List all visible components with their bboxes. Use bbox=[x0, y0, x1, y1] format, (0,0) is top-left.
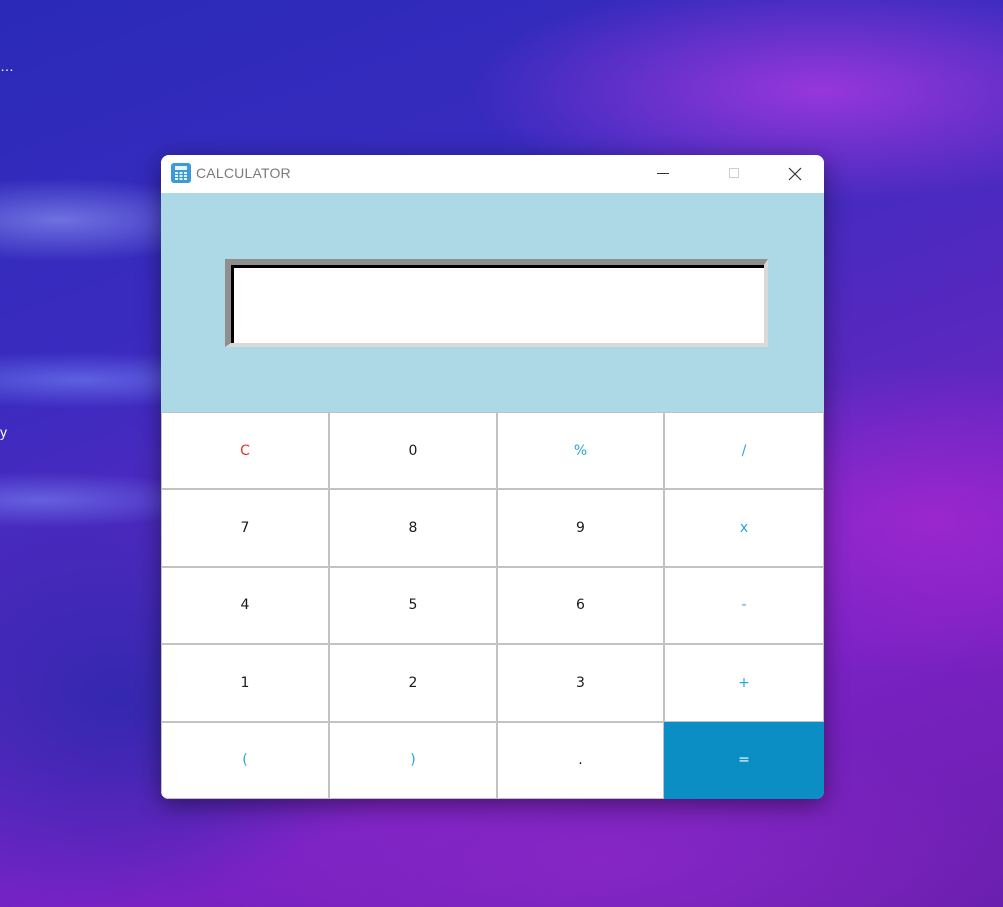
calculator-window: CALCULATOR C 0%/ 7 8 9 x 4 5 6- 1 2 3 + (). = bbox=[161, 155, 824, 799]
multiply-button[interactable]: x bbox=[664, 489, 824, 567]
decimal-point-button[interactable]: . bbox=[497, 721, 664, 799]
add-button[interactable]: + bbox=[664, 644, 824, 722]
maximize-button[interactable] bbox=[706, 155, 764, 193]
window-title: CALCULATOR bbox=[196, 165, 291, 181]
digit-3-button[interactable]: 3 bbox=[497, 644, 664, 722]
digit-5-button[interactable]: 5 bbox=[329, 566, 497, 645]
keypad: C 0%/ 7 8 9 x 4 5 6- 1 2 3 + (). = bbox=[161, 412, 824, 799]
divide-button[interactable]: / bbox=[664, 412, 824, 490]
digit-8-button[interactable]: 8 bbox=[329, 489, 497, 567]
digit-4-button[interactable]: 4 bbox=[161, 566, 329, 645]
minimize-button[interactable] bbox=[648, 155, 706, 193]
display-field[interactable] bbox=[225, 259, 768, 347]
digit-9-button[interactable]: 9 bbox=[497, 489, 664, 567]
percent-button[interactable]: % bbox=[497, 412, 664, 490]
subtract-button[interactable]: - bbox=[664, 566, 824, 645]
calculator-icon bbox=[171, 163, 191, 183]
clear-button[interactable]: C bbox=[161, 412, 329, 490]
close-paren-button[interactable]: ) bbox=[329, 721, 497, 799]
close-button[interactable] bbox=[764, 155, 822, 193]
open-paren-button[interactable]: ( bbox=[161, 721, 329, 799]
desktop-text-fragment: y bbox=[0, 424, 7, 440]
desktop-text-fragment: … bbox=[0, 58, 14, 74]
equals-button[interactable]: = bbox=[664, 721, 824, 799]
digit-2-button[interactable]: 2 bbox=[329, 644, 497, 722]
digit-6-button[interactable]: 6 bbox=[497, 566, 664, 645]
digit-7-button[interactable]: 7 bbox=[161, 489, 329, 567]
minimize-icon bbox=[657, 173, 669, 174]
digit-1-button[interactable]: 1 bbox=[161, 644, 329, 722]
digit-0-button[interactable]: 0 bbox=[329, 412, 497, 490]
close-icon bbox=[788, 167, 802, 181]
display-panel bbox=[161, 193, 824, 412]
maximize-icon bbox=[729, 168, 739, 178]
title-bar[interactable]: CALCULATOR bbox=[161, 155, 824, 193]
